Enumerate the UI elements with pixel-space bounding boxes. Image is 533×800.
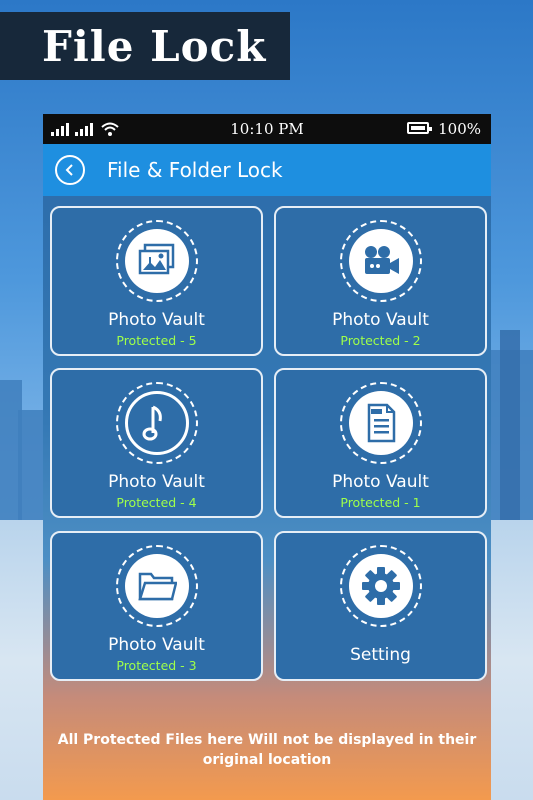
tile-protected-count: Protected - 5: [116, 333, 197, 348]
tile-label: Photo Vault: [108, 472, 205, 492]
icon-ring: [116, 382, 198, 464]
tile-photo-vault-2[interactable]: Photo Vault Protected - 2: [274, 206, 487, 356]
icon-ring: [116, 220, 198, 302]
folder-icon: [125, 554, 189, 618]
battery-icon: [407, 122, 432, 134]
file-document-icon: [349, 391, 413, 455]
banner-title: File Lock: [42, 21, 267, 71]
tile-protected-count: Protected - 2: [340, 333, 421, 348]
tile-protected-count: Protected - 3: [116, 658, 197, 673]
title-banner: File Lock: [0, 12, 290, 80]
tile-photo-vault-4[interactable]: Photo Vault Protected - 1: [274, 368, 487, 518]
icon-ring: [340, 220, 422, 302]
icon-ring: [340, 382, 422, 464]
tile-label: Photo Vault: [332, 310, 429, 330]
status-bar: 10:10 PM 100%: [43, 114, 491, 144]
tile-setting[interactable]: Setting: [274, 531, 487, 681]
tile-label: Photo Vault: [332, 472, 429, 492]
tile-protected-count: Protected - 4: [116, 495, 197, 510]
tile-photo-vault-1[interactable]: Photo Vault Protected - 5: [50, 206, 263, 356]
tile-photo-vault-3[interactable]: Photo Vault Protected - 4: [50, 368, 263, 518]
chevron-left-icon: [65, 164, 73, 176]
icon-ring: [340, 545, 422, 627]
video-camera-icon: [349, 229, 413, 293]
tile-photo-vault-5[interactable]: Photo Vault Protected - 3: [50, 531, 263, 681]
app-title: File & Folder Lock: [107, 158, 283, 182]
tile-label: Photo Vault: [108, 635, 205, 655]
icon-ring: [116, 545, 198, 627]
gear-icon: [349, 554, 413, 618]
app-bar: File & Folder Lock: [43, 144, 491, 196]
tile-label: Photo Vault: [108, 310, 205, 330]
photo-gallery-icon: [125, 229, 189, 293]
tile-protected-count: Protected - 1: [340, 495, 421, 510]
phone-screen: 10:10 PM 100% File & Folder Lock Photo V…: [43, 114, 491, 800]
footer-note: All Protected Files here Will not be dis…: [57, 732, 477, 768]
back-button[interactable]: [55, 155, 85, 185]
music-note-icon: [125, 391, 189, 455]
battery-percentage: 100%: [438, 120, 481, 138]
tile-label: Setting: [350, 645, 411, 665]
